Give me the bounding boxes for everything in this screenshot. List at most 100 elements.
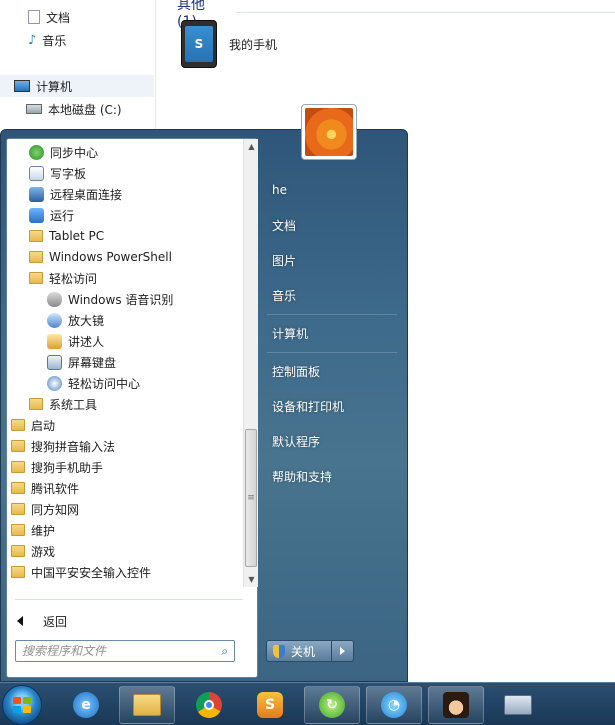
program-item[interactable]: 同步中心 [29, 142, 98, 162]
taskbar-qq-browser[interactable]: ◔ [366, 686, 422, 724]
nav-item-computer[interactable]: 计算机 [0, 75, 154, 97]
music-note-icon: ♪ [28, 32, 37, 48]
nav-item-label: 文档 [46, 10, 71, 25]
navigation-pane: 文档 ♪ 音乐 计算机 本地磁盘 (C:) [0, 0, 156, 130]
nav-item-local-disk[interactable]: 本地磁盘 (C:) [26, 98, 122, 120]
program-label: 写字板 [50, 166, 87, 181]
program-item[interactable]: 讲述人 [47, 331, 104, 351]
program-label: 腾讯软件 [31, 481, 80, 496]
windows-logo-icon [13, 697, 31, 713]
program-label: 轻松访问中心 [68, 376, 141, 391]
search-box[interactable]: ⌕ [15, 640, 235, 662]
start-menu-left-panel: 同步中心写字板远程桌面连接运行 Tablet PC Windows PowerShe… [6, 138, 258, 678]
shutdown-button[interactable]: 关机 [266, 640, 332, 662]
nav-item-label: 音乐 [42, 33, 67, 48]
shutdown-options-button[interactable] [332, 640, 354, 662]
folder-icon [29, 272, 43, 284]
narrator-icon [47, 333, 62, 349]
right-item-pictures[interactable]: 图片 [267, 247, 397, 273]
taskbar-avatar-app[interactable] [428, 686, 484, 724]
separator [267, 314, 397, 315]
taskbar-chrome[interactable] [181, 686, 237, 724]
program-item[interactable]: 维护 [11, 520, 55, 540]
program-item[interactable]: 腾讯软件 [11, 478, 79, 498]
scroll-down-arrow-icon[interactable]: ▼ [244, 572, 259, 587]
taskbar: e S ↻ ◔ [0, 682, 615, 725]
program-label: 游戏 [31, 544, 56, 559]
folder-icon [11, 545, 25, 557]
program-label: 讲述人 [68, 334, 105, 349]
keyboard-app-icon [504, 695, 532, 715]
folder-icon [11, 419, 25, 431]
program-item[interactable]: 搜狗手机助手 [11, 457, 103, 477]
nav-item-documents[interactable]: 文档 [28, 6, 70, 28]
right-item-computer[interactable]: 计算机 [267, 320, 397, 346]
sogou-assistant-icon: S [257, 692, 283, 718]
right-item-documents[interactable]: 文档 [267, 212, 397, 238]
taskbar-sogou-assistant[interactable]: S [242, 686, 298, 724]
taskbar-file-explorer[interactable] [119, 686, 175, 724]
program-item[interactable]: 写字板 [29, 163, 86, 183]
shutdown-label: 关机 [291, 644, 316, 659]
folder-icon [29, 251, 43, 263]
program-item[interactable]: Windows 语音识别 [47, 289, 173, 309]
taskbar-keyboard-app[interactable] [490, 686, 546, 724]
program-label: 搜狗手机助手 [31, 460, 104, 475]
program-item[interactable]: 启动 [11, 415, 55, 435]
program-item[interactable]: 系统工具 [29, 394, 97, 414]
qq-browser-icon: ◔ [381, 692, 407, 718]
program-item[interactable]: 中国平安安全输入控件 [11, 562, 151, 582]
separator [267, 352, 397, 353]
group-header[interactable]: 其他 (1) [177, 0, 615, 30]
scroll-up-arrow-icon[interactable]: ▲ [244, 139, 259, 154]
taskbar-green-app[interactable]: ↻ [304, 686, 360, 724]
right-item-devices-printers[interactable]: 设备和打印机 [267, 393, 397, 419]
program-item[interactable]: 运行 [29, 205, 74, 225]
phone-icon[interactable]: S [181, 20, 217, 68]
program-list-scrollbar[interactable]: ▲ ≡ ▼ [243, 139, 258, 587]
nav-item-music[interactable]: ♪ 音乐 [28, 29, 66, 51]
scrollbar-thumb[interactable]: ≡ [245, 429, 257, 567]
file-explorer-icon [133, 694, 161, 716]
folder-icon [11, 482, 25, 494]
right-item-help-support[interactable]: 帮助和支持 [267, 463, 397, 489]
folder-icon [11, 524, 25, 536]
program-label: 远程桌面连接 [50, 187, 123, 202]
program-item[interactable]: Windows PowerShell [29, 247, 172, 267]
program-label: Windows 语音识别 [68, 292, 174, 307]
remote-desktop-icon [29, 186, 44, 202]
program-item[interactable]: 放大镜 [47, 310, 104, 330]
computer-icon [14, 80, 30, 92]
program-item[interactable]: 远程桌面连接 [29, 184, 122, 204]
program-item[interactable]: Tablet PC [29, 226, 104, 246]
nav-item-label: 本地磁盘 (C:) [48, 102, 122, 117]
right-item-default-programs[interactable]: 默认程序 [267, 428, 397, 454]
program-label: 系统工具 [49, 397, 98, 412]
back-button[interactable]: 返回 [17, 611, 67, 631]
program-item[interactable]: 游戏 [11, 541, 55, 561]
device-label[interactable]: 我的手机 [229, 36, 277, 53]
back-arrow-icon [17, 616, 23, 626]
start-menu: 同步中心写字板远程桌面连接运行 Tablet PC Windows PowerShe… [0, 104, 408, 682]
magnifier-icon [47, 312, 62, 328]
program-label: 启动 [31, 418, 56, 433]
program-label: 中国平安安全输入控件 [31, 565, 152, 580]
search-input[interactable] [22, 644, 202, 658]
program-item[interactable]: 轻松访问 [29, 268, 97, 288]
program-label: 维护 [31, 523, 56, 538]
program-item[interactable]: 搜狗拼音输入法 [11, 436, 115, 456]
program-item[interactable]: 轻松访问中心 [47, 373, 140, 393]
right-item-music[interactable]: 音乐 [267, 282, 397, 308]
folder-icon [11, 461, 25, 473]
start-button[interactable] [2, 685, 42, 725]
search-icon[interactable]: ⌕ [221, 644, 228, 659]
separator [15, 599, 243, 600]
program-item[interactable]: 屏幕键盘 [47, 352, 116, 372]
user-avatar[interactable] [301, 104, 357, 160]
program-item[interactable]: 同方知网 [11, 499, 79, 519]
document-icon [28, 10, 40, 24]
nav-item-label: 计算机 [36, 79, 73, 94]
right-item-control-panel[interactable]: 控制面板 [267, 358, 397, 384]
taskbar-internet-explorer[interactable]: e [58, 686, 114, 724]
right-item-user[interactable]: he [267, 177, 397, 203]
